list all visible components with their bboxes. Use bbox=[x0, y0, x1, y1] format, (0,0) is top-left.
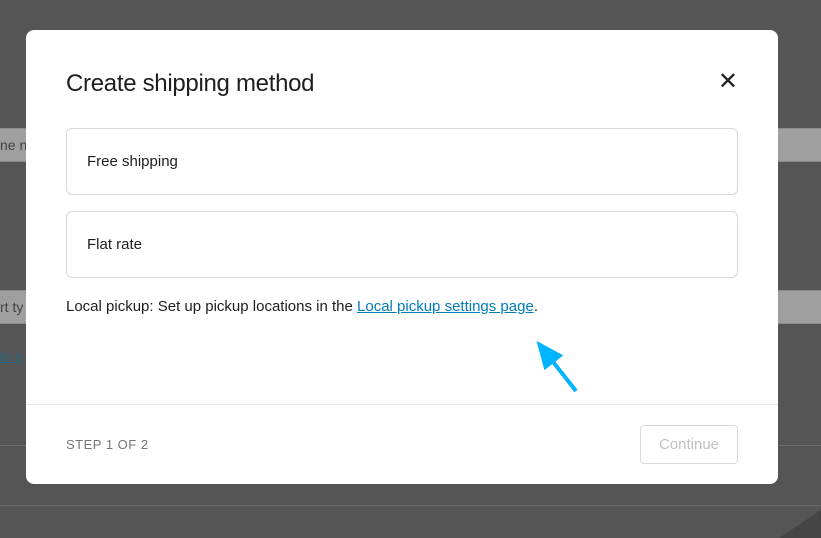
option-label: Free shipping bbox=[87, 153, 178, 170]
pickup-prefix: Local pickup: Set up pickup locations in… bbox=[66, 298, 357, 315]
pickup-suffix: . bbox=[534, 298, 538, 315]
local-pickup-settings-link[interactable]: Local pickup settings page bbox=[357, 298, 534, 315]
close-icon: ✕ bbox=[718, 68, 738, 95]
continue-button[interactable]: Continue bbox=[640, 425, 738, 464]
modal-header: Create shipping method ✕ bbox=[66, 70, 738, 98]
modal-title: Create shipping method bbox=[66, 70, 314, 98]
option-label: Flat rate bbox=[87, 236, 142, 253]
modal-body: Create shipping method ✕ Free shipping F… bbox=[26, 30, 778, 404]
modal-footer: STEP 1 OF 2 Continue bbox=[26, 404, 778, 484]
close-button[interactable]: ✕ bbox=[718, 70, 738, 94]
step-indicator: STEP 1 OF 2 bbox=[66, 437, 149, 452]
option-free-shipping[interactable]: Free shipping bbox=[66, 128, 738, 195]
create-shipping-method-modal: Create shipping method ✕ Free shipping F… bbox=[26, 30, 778, 484]
option-flat-rate[interactable]: Flat rate bbox=[66, 211, 738, 278]
local-pickup-text: Local pickup: Set up pickup locations in… bbox=[66, 298, 738, 315]
